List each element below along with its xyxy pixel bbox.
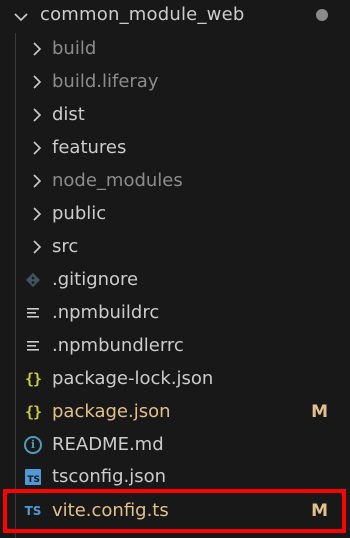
info-icon: i <box>24 435 42 454</box>
chevron-down-icon[interactable] <box>12 8 30 26</box>
tree-item-npmbundlerrc[interactable]: .npmbundlerrc <box>0 329 350 362</box>
tree-item-src[interactable]: src <box>0 230 350 263</box>
tree-item-label: node_modules <box>52 170 183 191</box>
tree-item-label: package.json <box>52 401 171 422</box>
chevron-right-icon[interactable] <box>28 172 46 190</box>
chevron-right-icon[interactable] <box>28 40 46 58</box>
tree-item-build-liferay[interactable]: build.liferay <box>0 65 350 98</box>
tree-item-tsconfig[interactable]: TS tsconfig.json <box>0 460 350 493</box>
tree-item-label: dist <box>52 104 85 125</box>
lines-icon <box>22 302 44 324</box>
tree-item-vite-config[interactable]: TS vite.config.ts M <box>0 494 350 527</box>
tree-item-readme[interactable]: i README.md <box>0 428 350 461</box>
lines-icon <box>22 335 44 357</box>
tree-item-label: build <box>52 38 97 59</box>
tree-item-package-json[interactable]: {} package.json M <box>0 395 350 428</box>
tree-item-label: .npmbuildrc <box>52 302 160 323</box>
chevron-right-icon[interactable] <box>28 238 46 256</box>
tsconfig-icon-wrapper: TS <box>22 466 44 488</box>
tree-item-npmbuildrc[interactable]: .npmbuildrc <box>0 296 350 329</box>
tree-item-label: package-lock.json <box>52 368 214 389</box>
tree-item-label: public <box>52 203 107 224</box>
git-status-badge: M <box>311 401 328 422</box>
chevron-right-icon[interactable] <box>28 139 46 157</box>
changes-dot-icon <box>316 9 328 21</box>
typescript-icon: TS <box>24 503 42 518</box>
file-explorer: common_module_web build build.liferay di… <box>0 0 350 538</box>
tree-item-label: features <box>52 137 127 158</box>
info-icon-wrapper: i <box>22 434 44 456</box>
git-status-badge: M <box>311 500 328 521</box>
tree-item-public[interactable]: public <box>0 197 350 230</box>
tree-item-label: tsconfig.json <box>52 466 167 487</box>
tree-item-label: build.liferay <box>52 71 159 92</box>
chevron-right-icon[interactable] <box>28 106 46 124</box>
tree-item-dist[interactable]: dist <box>0 98 350 131</box>
chevron-right-icon[interactable] <box>28 73 46 91</box>
tree-item-package-lock-json[interactable]: {} package-lock.json <box>0 362 350 395</box>
tree-item-label: vite.config.ts <box>52 500 169 521</box>
tree-item-gitignore[interactable]: .gitignore <box>0 263 350 296</box>
root-folder-label: common_module_web <box>40 4 245 25</box>
tree-item-label: README.md <box>52 434 164 455</box>
tree-item-features[interactable]: features <box>0 131 350 164</box>
chevron-right-icon[interactable] <box>28 205 46 223</box>
tree-item-label: .npmbundlerrc <box>52 335 184 356</box>
json-braces-icon: {} <box>24 369 42 388</box>
tree-item-label: src <box>52 236 79 257</box>
tsconfig-icon: TS <box>25 468 41 485</box>
tree-item-label: .gitignore <box>52 269 139 290</box>
root-folder-row[interactable]: common_module_web <box>0 0 350 33</box>
tree-item-build[interactable]: build <box>0 32 350 65</box>
json-braces-icon: {} <box>24 402 42 421</box>
tree-item-node-modules[interactable]: node_modules <box>0 164 350 197</box>
git-diamond-icon <box>22 269 44 291</box>
